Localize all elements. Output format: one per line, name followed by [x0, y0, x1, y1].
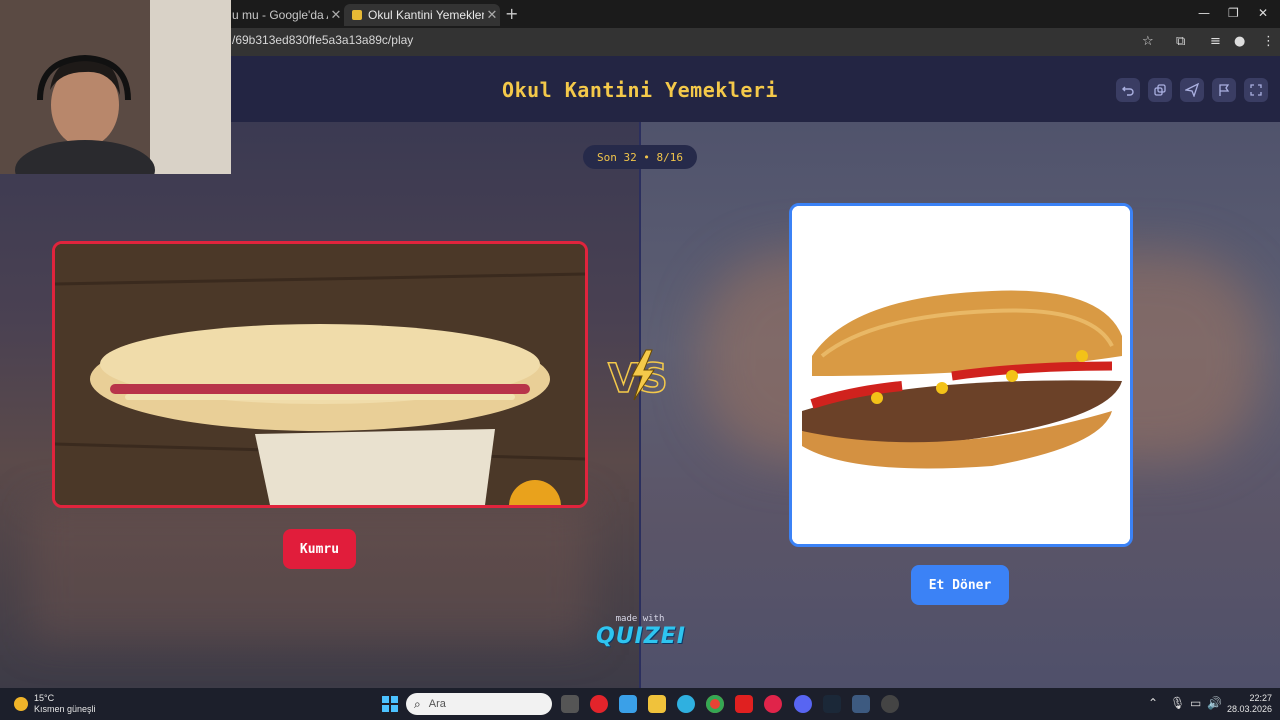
vs-text: VS	[608, 356, 668, 402]
tab-quiz[interactable]: Okul Kantini Yemekleri - Tier Lis ✕	[344, 4, 500, 26]
favicon-icon	[352, 10, 362, 20]
close-window-icon[interactable]: ✕	[1258, 6, 1268, 20]
steam-icon[interactable]	[823, 695, 841, 713]
undo-icon	[1122, 86, 1134, 96]
tray-chevron-icon[interactable]: ⌃	[1148, 696, 1158, 710]
search-placeholder: Ara	[428, 698, 446, 710]
network-icon[interactable]: ▭	[1190, 696, 1201, 710]
round-indicator: Son 32 • 8/16	[583, 145, 697, 169]
sun-icon	[14, 697, 28, 711]
chrome-icon[interactable]	[706, 695, 724, 713]
center-divider	[639, 122, 641, 688]
tab-label: Okul Kantini Yemekleri - Tier Lis	[368, 8, 484, 22]
search-icon: ⌕	[414, 696, 421, 711]
weather-desc: Kısmen güneşli	[34, 704, 96, 714]
media-icon[interactable]: ≡	[1210, 34, 1221, 49]
made-with-label: made with	[615, 614, 665, 624]
weather-temp: 15°C	[34, 693, 55, 703]
right-option-card[interactable]	[789, 203, 1133, 547]
report-button[interactable]	[1212, 78, 1236, 102]
minimize-icon[interactable]: —	[1198, 6, 1210, 20]
et-doner-image	[792, 206, 1130, 544]
discord-icon[interactable]	[794, 695, 812, 713]
webcam-overlay	[0, 0, 231, 174]
kumru-choice-button[interactable]: Kumru	[283, 529, 356, 569]
tab-google-search[interactable]: u mu - Google'da Ara ✕	[232, 4, 344, 26]
store-icon[interactable]	[619, 695, 637, 713]
weather-widget[interactable]: 15°C Kısmen güneşli	[14, 693, 96, 715]
quizei-logo[interactable]: QUIZEI	[596, 624, 686, 649]
new-tab-icon[interactable]: +	[505, 4, 518, 23]
fullscreen-icon	[1250, 84, 1262, 96]
clock[interactable]: 22:27 28.03.2026	[1226, 693, 1272, 715]
et-doner-choice-button[interactable]: Et Döner	[911, 565, 1009, 605]
close-tab-icon[interactable]: ✕	[484, 7, 500, 23]
app-gear-icon[interactable]	[852, 695, 870, 713]
obs-icon[interactable]	[881, 695, 899, 713]
task-view-icon[interactable]	[561, 695, 579, 713]
profile-icon[interactable]: ●	[1234, 34, 1245, 49]
volume-icon[interactable]: 🔊	[1207, 696, 1222, 710]
undo-button[interactable]	[1116, 78, 1140, 102]
share-button[interactable]	[1180, 78, 1204, 102]
kumru-image	[55, 244, 585, 505]
app-red-icon[interactable]	[590, 695, 608, 713]
share-icon	[1185, 83, 1199, 97]
bookmark-star-icon[interactable]: ☆	[1142, 34, 1154, 49]
clock-date: 28.03.2026	[1226, 704, 1272, 714]
edge-icon[interactable]	[677, 695, 695, 713]
close-tab-icon[interactable]: ✕	[328, 7, 344, 23]
streamer-webcam-image	[0, 0, 231, 174]
url-field[interactable]: /69b313ed830ffe5a3a13a89c/play	[232, 33, 413, 47]
copy-icon	[1154, 84, 1166, 96]
taskbar: 15°C Kısmen güneşli ⌕ Ara ⌃ 🎙 ▭ 🔊 22:27 …	[0, 688, 1280, 720]
extensions-icon[interactable]: ⧉	[1176, 34, 1185, 49]
vs-badge-icon: VS	[607, 349, 669, 403]
flag-icon	[1219, 84, 1230, 96]
tab-label: u mu - Google'da Ara	[232, 8, 328, 22]
clock-time: 22:27	[1249, 693, 1272, 703]
media-player-icon[interactable]	[764, 695, 782, 713]
file-explorer-icon[interactable]	[648, 695, 666, 713]
fullscreen-button[interactable]	[1244, 78, 1268, 102]
restore-icon[interactable]: ❐	[1228, 6, 1239, 20]
taskbar-search[interactable]: ⌕ Ara	[406, 693, 552, 715]
copy-button[interactable]	[1148, 78, 1172, 102]
youtube-icon[interactable]	[735, 695, 753, 713]
left-option-card[interactable]	[52, 241, 588, 508]
windows-start-icon[interactable]	[381, 695, 399, 713]
menu-icon[interactable]: ⋮	[1262, 34, 1275, 49]
microphone-icon[interactable]: 🎙	[1170, 696, 1185, 710]
